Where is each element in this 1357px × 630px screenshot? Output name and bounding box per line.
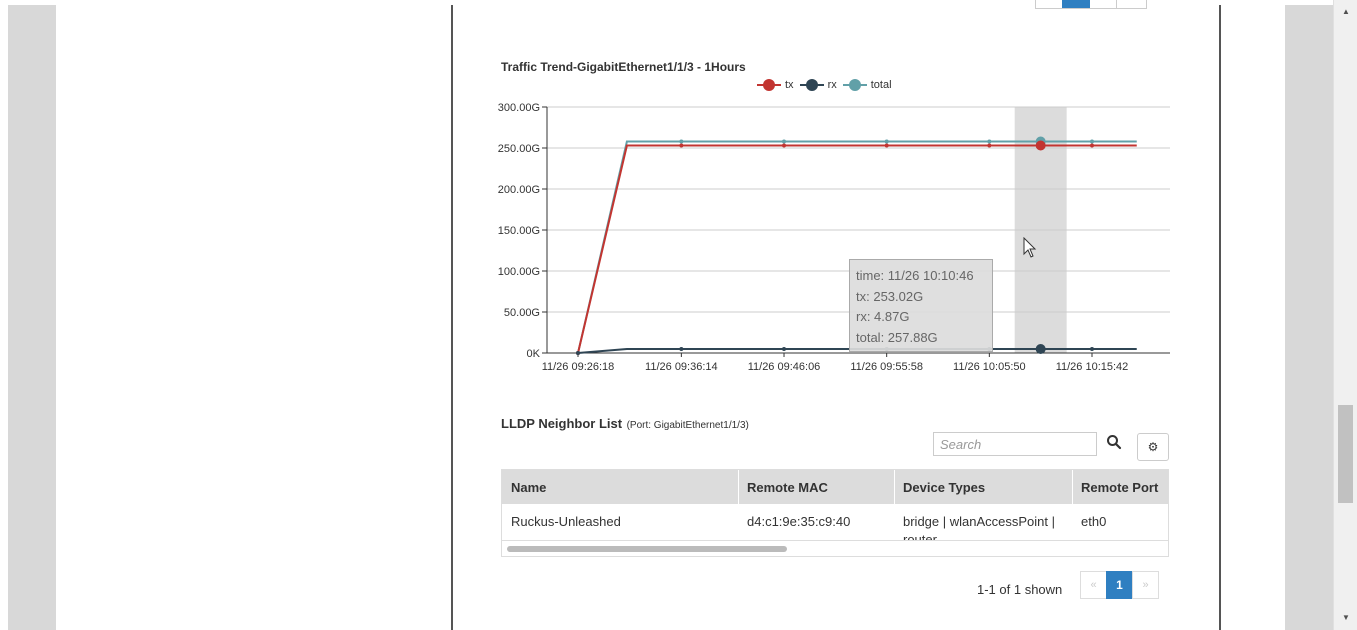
- right-gutter: [1285, 5, 1333, 630]
- column-header-remote-port[interactable]: Remote Port: [1081, 480, 1158, 495]
- lldp-table: Name Remote MAC Device Types Remote Port…: [501, 469, 1169, 557]
- legend-item-tx[interactable]: tx: [757, 79, 794, 91]
- x-tick-label: 11/26 10:05:50: [953, 361, 1026, 373]
- pagination-prev[interactable]: «: [1080, 571, 1107, 599]
- page-scrollbar-thumb[interactable]: [1338, 405, 1353, 503]
- y-tick-label: 300.00G: [498, 102, 540, 114]
- legend-label-total: total: [870, 79, 892, 91]
- data-point-tx: [884, 143, 889, 148]
- y-tick-label: 100.00G: [498, 266, 540, 278]
- table-header: Name Remote MAC Device Types Remote Port: [502, 470, 1168, 504]
- cell-remote-port: eth0: [1081, 514, 1107, 529]
- data-point-tx: [987, 143, 992, 148]
- y-tick-label: 150.00G: [498, 225, 540, 237]
- top-pagination-partial[interactable]: [1035, 0, 1147, 9]
- top-pagination-active-page[interactable]: [1062, 0, 1090, 8]
- y-tick-label: 0K: [527, 348, 541, 360]
- y-tick-label: 50.00G: [504, 307, 540, 319]
- legend-label-tx: tx: [785, 79, 794, 91]
- legend-item-total[interactable]: total: [842, 79, 892, 91]
- pagination-info: 1-1 of 1 shown: [977, 582, 1063, 597]
- data-point-total: [679, 139, 684, 144]
- table-horizontal-scrollbar[interactable]: [502, 541, 1168, 556]
- x-tick-label: 11/26 09:46:06: [748, 361, 821, 373]
- tooltip-tx: tx: 253.02G: [856, 288, 924, 304]
- legend-marker-tx: [757, 79, 781, 91]
- search-input[interactable]: [933, 432, 1097, 456]
- traffic-trend-chart[interactable]: 0K 50.00G 100.00G 150.00G 200.00G 250.00G 300.…: [495, 95, 1175, 385]
- chart-legend: tx rx total: [757, 79, 892, 91]
- data-point-rx: [679, 347, 684, 352]
- pagination-next[interactable]: »: [1132, 571, 1159, 599]
- data-point-rx: [576, 351, 580, 355]
- data-point-rx: [782, 347, 787, 352]
- legend-marker-rx: [799, 79, 824, 91]
- y-tick-label: 250.00G: [498, 143, 540, 155]
- lldp-title: LLDP Neighbor List: [501, 416, 623, 431]
- search-icon[interactable]: [1106, 434, 1122, 450]
- legend-item-rx[interactable]: rx: [799, 79, 837, 91]
- top-pagination-divider: [1116, 0, 1117, 8]
- page-vertical-scrollbar[interactable]: ▲ ▼: [1333, 0, 1357, 630]
- data-point-total: [987, 139, 992, 144]
- tooltip-rx: rx: 4.87G: [856, 309, 910, 324]
- scroll-up-arrow-icon[interactable]: ▲: [1334, 2, 1357, 22]
- column-header-device-types[interactable]: Device Types: [903, 480, 985, 495]
- left-gutter: [8, 5, 56, 630]
- column-header-name[interactable]: Name: [511, 480, 546, 495]
- data-point-total: [1090, 139, 1094, 144]
- data-point-tx: [1090, 143, 1094, 148]
- pagination-page-1[interactable]: 1: [1106, 571, 1133, 599]
- panel-border-right: [1219, 5, 1221, 630]
- column-header-remote-mac[interactable]: Remote MAC: [747, 480, 828, 495]
- data-point-rx: [1035, 344, 1046, 355]
- y-tick-label: 200.00G: [498, 184, 540, 196]
- x-tick-label: 11/26 10:15:42: [1056, 361, 1129, 373]
- data-point-tx: [679, 143, 684, 148]
- gear-icon: ⚙: [1147, 440, 1159, 454]
- data-point-rx: [1090, 347, 1094, 352]
- legend-marker-total: [842, 79, 867, 91]
- settings-button[interactable]: ⚙: [1137, 433, 1169, 461]
- table-scrollbar-thumb[interactable]: [507, 546, 787, 552]
- tooltip-total: total: 257.88G: [856, 329, 938, 345]
- lldp-section-title: LLDP Neighbor List (Port: GigabitEtherne…: [501, 415, 749, 433]
- x-tick-label: 11/26 09:36:14: [645, 361, 718, 373]
- scroll-down-arrow-icon[interactable]: ▼: [1334, 608, 1357, 628]
- lldp-subtitle: (Port: GigabitEthernet1/1/3): [626, 420, 749, 431]
- data-point-tx: [1035, 140, 1046, 151]
- chart-tooltip: time: 11/26 10:10:46 tx: 253.02G rx: 4.8…: [849, 259, 993, 352]
- x-tick-label: 11/26 09:55:58: [850, 361, 923, 373]
- data-point-total: [782, 139, 787, 144]
- tooltip-time: time: 11/26 10:10:46: [856, 268, 974, 283]
- mouse-cursor-icon: [1023, 237, 1037, 258]
- chart-title: Traffic Trend-GigabitEthernet1/1/3 - 1Ho…: [501, 60, 746, 74]
- cell-remote-mac: d4:c1:9e:35:c9:40: [747, 514, 851, 529]
- data-point-tx: [782, 143, 787, 148]
- cell-name: Ruckus-Unleashed: [511, 514, 621, 529]
- panel-border-left: [451, 5, 453, 630]
- data-point-total: [884, 139, 889, 144]
- legend-label-rx: rx: [827, 79, 837, 91]
- cell-device-types: bridge | wlanAccessPoint |: [903, 514, 1055, 529]
- pagination: « 1 »: [1080, 571, 1159, 599]
- x-tick-label: 11/26 09:26:18: [542, 361, 615, 373]
